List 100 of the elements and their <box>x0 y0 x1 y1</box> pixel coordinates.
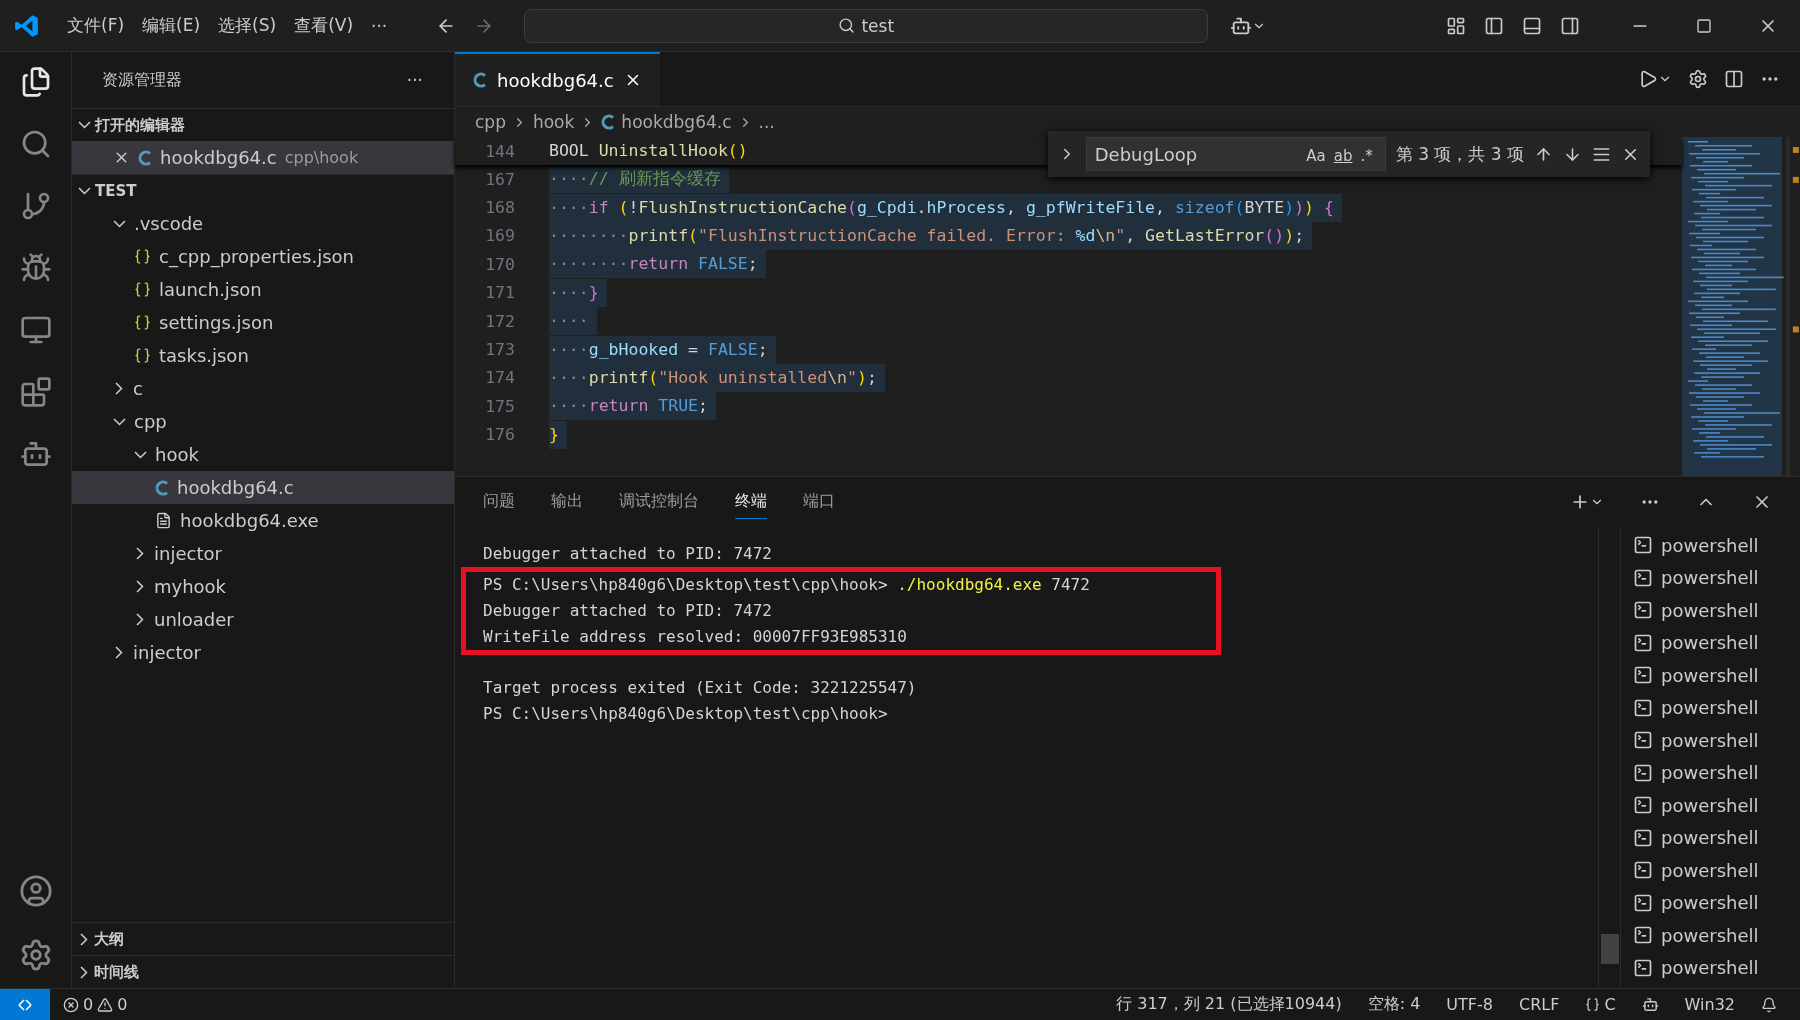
cursor-position[interactable]: 行 317，列 21 (已选择10944) <box>1103 994 1355 1015</box>
line-number: 144 <box>484 141 515 161</box>
terminal-instance[interactable]: powershell <box>1621 626 1800 659</box>
search-icon <box>838 17 856 34</box>
terminal-instance[interactable]: powershell <box>1621 724 1800 757</box>
remote-monitor-icon[interactable] <box>19 314 52 346</box>
braces-icon <box>134 314 151 331</box>
open-editor-item[interactable]: hookdbg64.c cpp\hook <box>72 141 454 174</box>
find-option-button[interactable]: ab <box>1329 146 1357 165</box>
extensions-icon[interactable] <box>19 376 52 408</box>
terminal-line: Debugger attached to PID: 7472 <box>483 600 773 622</box>
section-header[interactable]: TEST <box>72 174 454 207</box>
find-field[interactable]: DebugLoop Aa ab .* <box>1085 137 1386 171</box>
scrollbar-thumb[interactable] <box>1601 934 1619 964</box>
line-number: 170 <box>484 254 515 274</box>
menu-item[interactable]: 选择(S) <box>209 14 286 37</box>
minimap-drawing[interactable] <box>1682 137 1800 476</box>
tree-item[interactable]: hookdbg64.exe <box>72 504 454 537</box>
line-number: 171 <box>484 283 515 303</box>
tree-item[interactable]: c <box>72 372 454 405</box>
breadcrumb-item[interactable]: ... <box>758 112 775 132</box>
secondary-sidebar-icon[interactable] <box>1560 15 1580 36</box>
terminal-instance[interactable]: powershell <box>1621 789 1800 822</box>
terminal-instance[interactable]: powershell <box>1621 691 1800 724</box>
tree-item[interactable]: settings.json <box>72 306 454 339</box>
tree-item[interactable]: tasks.json <box>72 339 454 372</box>
split-editor-icon[interactable] <box>1724 69 1744 89</box>
chevron-right-icon <box>136 580 144 593</box>
tree-item[interactable]: injector <box>72 537 454 570</box>
maximize-icon[interactable] <box>1696 17 1712 34</box>
terminal-icon <box>1633 925 1653 946</box>
panel-tab[interactable]: 调试控制台 <box>619 485 699 519</box>
terminal-icon <box>1633 892 1653 913</box>
terminal-icon <box>1633 535 1653 556</box>
language-status[interactable]: C <box>1572 995 1629 1014</box>
tree-item[interactable]: c_cpp_properties.json <box>72 240 454 273</box>
settings-icon[interactable] <box>1688 69 1708 89</box>
menu-item[interactable]: 文件(F) <box>58 14 134 37</box>
tree-item[interactable]: .vscode <box>72 207 454 240</box>
c-file-icon <box>138 149 152 166</box>
find-option-button[interactable]: .* <box>1356 146 1377 165</box>
menu-item[interactable]: ··· <box>362 15 397 36</box>
run-icon[interactable] <box>1638 69 1672 89</box>
terminal-instance[interactable]: powershell <box>1621 594 1800 627</box>
menu-item[interactable]: 查看(V) <box>285 14 363 37</box>
menu-item[interactable]: 编辑(E) <box>133 14 210 37</box>
run-debug-icon[interactable] <box>19 252 52 284</box>
terminal-instance[interactable]: powershell <box>1621 529 1800 562</box>
terminal-instance[interactable]: powershell <box>1621 659 1800 692</box>
find-option-button[interactable]: Aa <box>1302 146 1330 165</box>
search-field[interactable]: test <box>524 8 1209 43</box>
panel-tab[interactable]: 终端 <box>735 485 767 519</box>
line-number: 169 <box>484 226 515 246</box>
terminal-instance[interactable]: powershell <box>1621 886 1800 919</box>
panel-tab[interactable]: 端口 <box>803 485 835 519</box>
terminal-instance[interactable]: powershell <box>1621 951 1800 984</box>
tree-item[interactable]: launch.json <box>72 273 454 306</box>
more-button[interactable]: ··· <box>397 70 432 90</box>
terminal-instance[interactable]: powershell <box>1621 854 1800 887</box>
breadcrumb-item[interactable]: hookdbg64.c <box>621 112 732 132</box>
breadcrumb-item[interactable]: hook <box>532 112 575 132</box>
tree-item[interactable]: hook <box>72 438 454 471</box>
terminal-instance[interactable]: powershell <box>1621 919 1800 952</box>
line-number: 173 <box>484 340 515 360</box>
panel-tab[interactable]: 输出 <box>551 485 583 519</box>
sidebar-toggle-icon[interactable] <box>1484 15 1504 36</box>
terminal-instance[interactable]: powershell <box>1621 821 1800 854</box>
line-number: 168 <box>484 198 515 218</box>
line-number: 175 <box>484 396 515 416</box>
tree-item[interactable]: hookdbg64.c <box>72 471 454 504</box>
layout-icon[interactable] <box>1446 15 1466 36</box>
account-icon[interactable] <box>18 874 53 908</box>
c-file-icon <box>155 479 169 496</box>
tree-item[interactable]: cpp <box>72 405 454 438</box>
tree-item[interactable]: injector <box>72 636 454 669</box>
remote-button[interactable] <box>0 989 50 1020</box>
tree-item[interactable]: unloader <box>72 603 454 636</box>
section-header[interactable]: 大纲 <box>72 922 454 955</box>
editor-tab[interactable]: hookdbg64.c <box>455 52 660 106</box>
match-count: 第 3 项，共 3 项 <box>1395 142 1524 166</box>
braces-icon <box>134 281 151 298</box>
error-icon <box>63 996 79 1013</box>
panel-tab[interactable]: 问题 <box>483 485 515 519</box>
indentation-status[interactable]: 空格: 4 <box>1354 994 1434 1015</box>
c-file-icon <box>473 72 487 88</box>
platform-status[interactable]: Win32 <box>1671 995 1748 1014</box>
chevron-down-icon <box>134 450 147 459</box>
encoding-status[interactable]: UTF-8 <box>1433 995 1506 1014</box>
problems-status[interactable]: 0 0 <box>50 995 141 1014</box>
terminal-icon <box>1633 860 1653 881</box>
eol-status[interactable]: CRLF <box>1506 995 1573 1014</box>
line-number: 172 <box>484 311 515 331</box>
tree-item[interactable]: myhook <box>72 570 454 603</box>
panel-toggle-icon[interactable] <box>1522 15 1542 36</box>
terminal-line: PS C:\Users\hp840g6\Desktop\test\cpp\hook> <box>483 703 889 725</box>
chevron-right-icon <box>115 646 123 659</box>
terminal-instance[interactable]: powershell <box>1621 561 1800 594</box>
breadcrumb-item[interactable]: cpp <box>475 112 506 132</box>
terminal-instance[interactable]: powershell <box>1621 756 1800 789</box>
terminal-line: WriteFile address resolved: 00007FF93E985310 <box>483 626 908 648</box>
